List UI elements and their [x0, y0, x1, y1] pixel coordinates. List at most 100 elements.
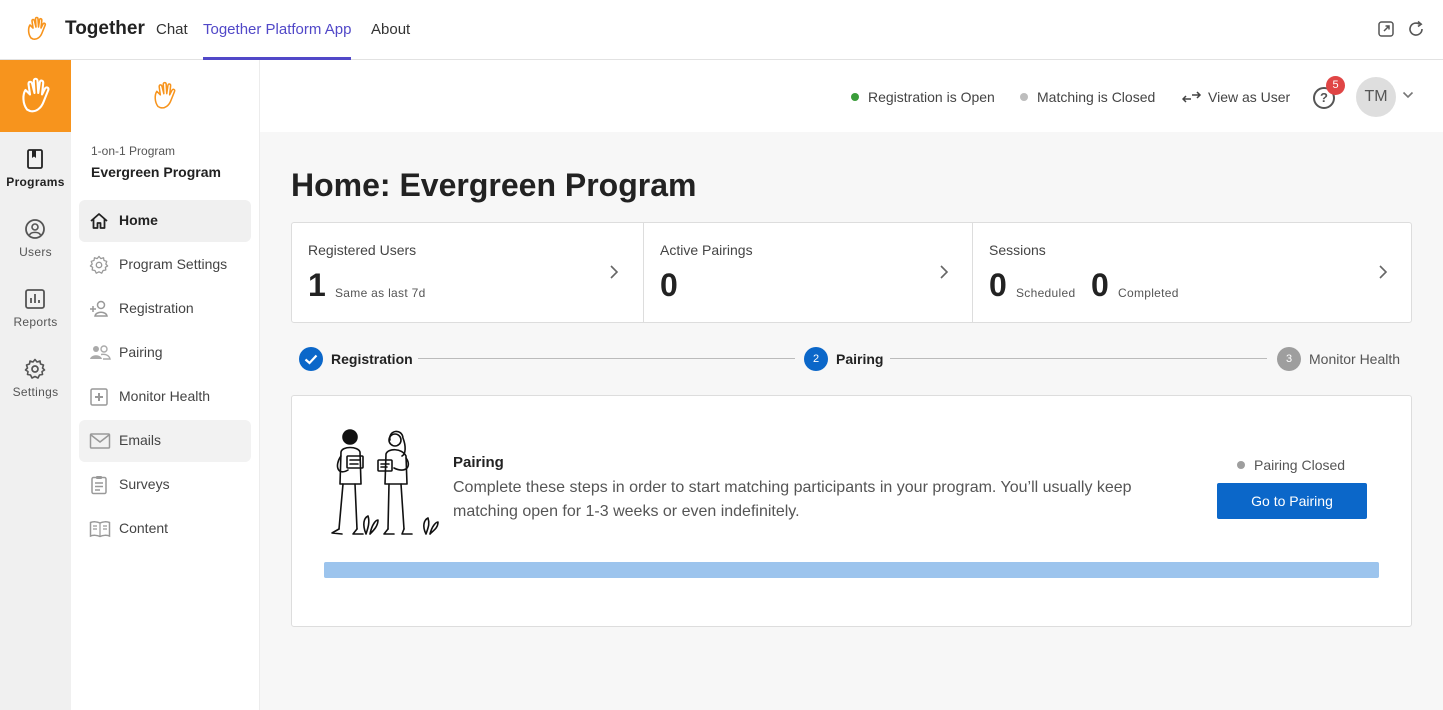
nav-label: Pairing [119, 344, 163, 360]
nav-item-pairing[interactable]: Pairing [79, 332, 251, 374]
stat-completed-value: 0 [1091, 267, 1109, 303]
rail-logo[interactable] [0, 60, 71, 132]
book-icon [27, 149, 43, 169]
nav-label: Surveys [119, 476, 170, 492]
registration-status-text: Registration is Open [868, 89, 995, 105]
stat-label: Registered Users [308, 242, 417, 258]
book-open-icon [89, 521, 111, 538]
stat-scheduled-label: Scheduled [1016, 286, 1076, 300]
nav-label: Content [119, 520, 169, 536]
stat-completed-label: Completed [1118, 286, 1179, 300]
nav-label: Program Settings [119, 256, 228, 272]
nav-item-home[interactable]: Home [79, 200, 251, 242]
nav-label: Emails [119, 432, 162, 448]
step-number: 3 [1277, 347, 1301, 371]
rail-label: Programs [6, 175, 65, 189]
program-name: Evergreen Program [91, 164, 221, 180]
notification-badge: 5 [1326, 76, 1345, 95]
chevron-right-icon [940, 265, 949, 279]
step-done-check-icon [299, 347, 323, 371]
stat-value: 0 [660, 267, 678, 303]
gear-icon [89, 255, 109, 274]
step-connector [890, 358, 1267, 359]
stat-label: Active Pairings [660, 242, 753, 258]
nav-label: Registration [119, 300, 194, 316]
stats-panel: Registered Users 1 Same as last 7d Activ… [291, 222, 1412, 323]
program-status-bar: Registration is Open Matching is Closed … [260, 60, 1443, 132]
stat-subtext: Same as last 7d [335, 286, 426, 300]
app-rail: Programs Users Reports Settings [0, 60, 71, 710]
status-dot-closed [1237, 461, 1245, 469]
status-dot-closed [1020, 93, 1028, 101]
step-number: 2 [804, 347, 828, 371]
pairing-progress-bar [324, 562, 1379, 578]
card-description: Complete these steps in order to start m… [453, 479, 1132, 520]
card-title: Pairing [453, 454, 504, 471]
plus-box-icon [90, 388, 108, 406]
nav-item-emails[interactable]: Emails [79, 420, 251, 462]
matching-status: Matching is Closed [1020, 89, 1155, 105]
stat-value: 1 [308, 267, 326, 303]
rail-label: Users [19, 245, 52, 259]
program-sidebar: 1-on-1 Program Evergreen Program Home Pr… [71, 60, 260, 710]
home-icon [90, 213, 108, 229]
nav-item-monitor-health[interactable]: Monitor Health [79, 376, 251, 418]
nav-label: Monitor Health [119, 388, 211, 404]
pairing-status: Pairing Closed [1237, 457, 1345, 473]
nav-item-registration[interactable]: Registration [79, 288, 251, 330]
main-content: Registration is Open Matching is Closed … [260, 60, 1443, 710]
status-dot-open [851, 93, 859, 101]
rail-label: Settings [12, 385, 59, 399]
bar-chart-icon [25, 289, 45, 309]
rail-item-reports[interactable]: Reports [0, 280, 71, 342]
stat-label: Sessions [989, 242, 1046, 258]
tab-chat[interactable]: Chat [156, 21, 188, 60]
avatar[interactable]: TM [1356, 77, 1396, 117]
program-type: 1-on-1 Program [91, 144, 176, 158]
clipboard-icon [91, 476, 107, 495]
stat-active-pairings[interactable]: Active Pairings 0 [643, 223, 972, 322]
go-to-pairing-button[interactable]: Go to Pairing [1217, 483, 1367, 519]
program-stepper: Registration 2 Pairing 3 Monitor Health [291, 345, 1412, 375]
chevron-right-icon [1379, 265, 1388, 279]
brand-name[interactable]: Together [65, 18, 145, 40]
tab-about[interactable]: About [371, 21, 410, 60]
swap-arrows-icon [1181, 91, 1202, 103]
pairing-status-text: Pairing Closed [1254, 457, 1346, 473]
open-external-icon[interactable] [1377, 20, 1395, 38]
step-connector [418, 358, 795, 359]
add-user-icon [90, 300, 108, 317]
view-as-user-button[interactable]: View as User [1181, 89, 1291, 105]
waving-hand-logo-icon[interactable] [25, 16, 49, 42]
chevron-right-icon [610, 265, 619, 279]
nav-item-content[interactable]: Content [79, 508, 251, 550]
rail-item-users[interactable]: Users [0, 210, 71, 272]
rail-item-settings[interactable]: Settings [0, 350, 71, 412]
matching-status-text: Matching is Closed [1037, 89, 1156, 105]
stat-sessions[interactable]: Sessions 0 Scheduled 0 Completed [972, 223, 1411, 322]
rail-label: Reports [13, 315, 58, 329]
refresh-icon[interactable] [1407, 20, 1425, 38]
registration-status: Registration is Open [851, 89, 995, 105]
stat-scheduled-value: 0 [989, 267, 1007, 303]
people-icon [90, 345, 111, 360]
gear-icon [24, 358, 46, 379]
user-circle-icon [25, 219, 45, 239]
nav-item-program-settings[interactable]: Program Settings [79, 244, 251, 286]
rail-item-programs[interactable]: Programs [0, 140, 71, 202]
top-bar: Together Chat Together Platform App Abou… [0, 0, 1443, 60]
stat-registered-users[interactable]: Registered Users 1 Same as last 7d [292, 223, 643, 322]
tab-together-platform-app[interactable]: Together Platform App [203, 21, 352, 60]
nav-label: Home [119, 212, 158, 228]
page-title: Home: Evergreen Program [291, 167, 697, 203]
waving-hand-icon [154, 81, 176, 109]
mail-icon [89, 433, 111, 449]
progress-fill [324, 562, 1379, 578]
step-monitor-health[interactable]: Monitor Health [1309, 351, 1400, 367]
step-registration[interactable]: Registration [331, 351, 413, 367]
step-pairing[interactable]: Pairing [836, 351, 883, 367]
chevron-down-icon[interactable] [1402, 90, 1414, 100]
view-as-user-label: View as User [1208, 89, 1291, 105]
two-people-illustration [331, 429, 439, 535]
nav-item-surveys[interactable]: Surveys [79, 464, 251, 506]
